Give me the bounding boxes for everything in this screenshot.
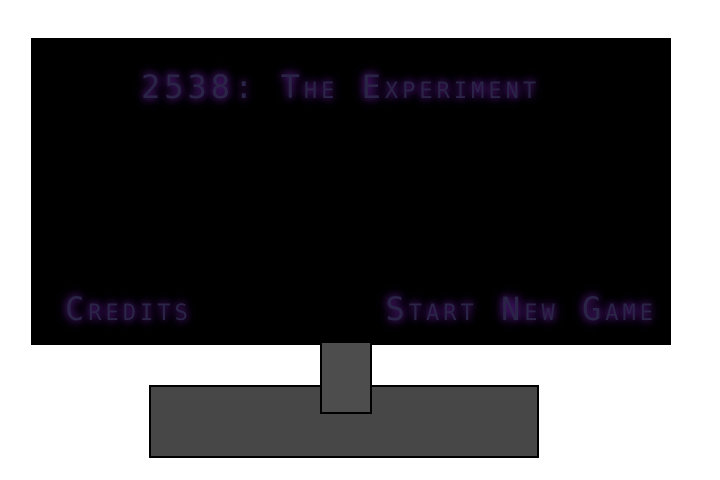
- game-screen: 2538: The Experiment Credits Start New G…: [31, 38, 671, 345]
- credits-button[interactable]: Credits: [65, 290, 192, 328]
- start-new-game-button[interactable]: Start New Game: [385, 290, 657, 328]
- game-title: 2538: The Experiment: [141, 68, 541, 106]
- monitor-stand-neck: [320, 343, 372, 414]
- monitor-scene: 2538: The Experiment Credits Start New G…: [0, 0, 720, 480]
